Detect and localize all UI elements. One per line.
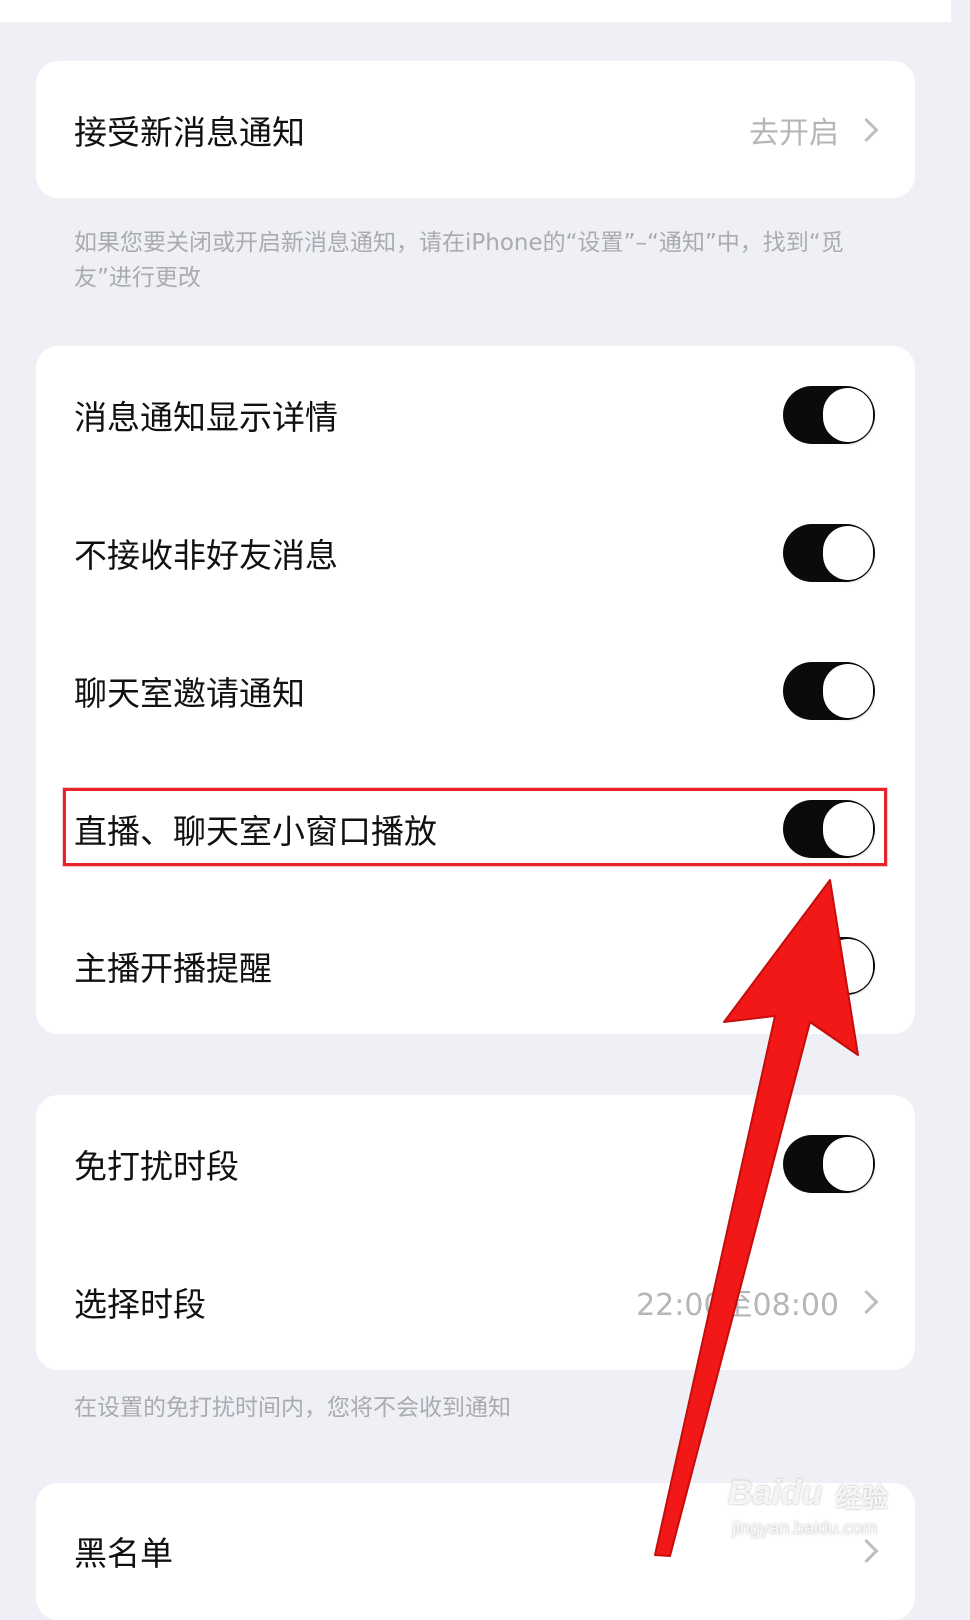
watermark-cn: 经验 (836, 1483, 889, 1513)
annotation-arrow-icon (654, 879, 859, 1557)
baidu-watermark: Baidu 经验 jingyan.baidu.com (728, 1466, 908, 1546)
watermark-logo: Baidu (728, 1474, 823, 1512)
watermark-url: jingyan.baidu.com (732, 1518, 878, 1538)
